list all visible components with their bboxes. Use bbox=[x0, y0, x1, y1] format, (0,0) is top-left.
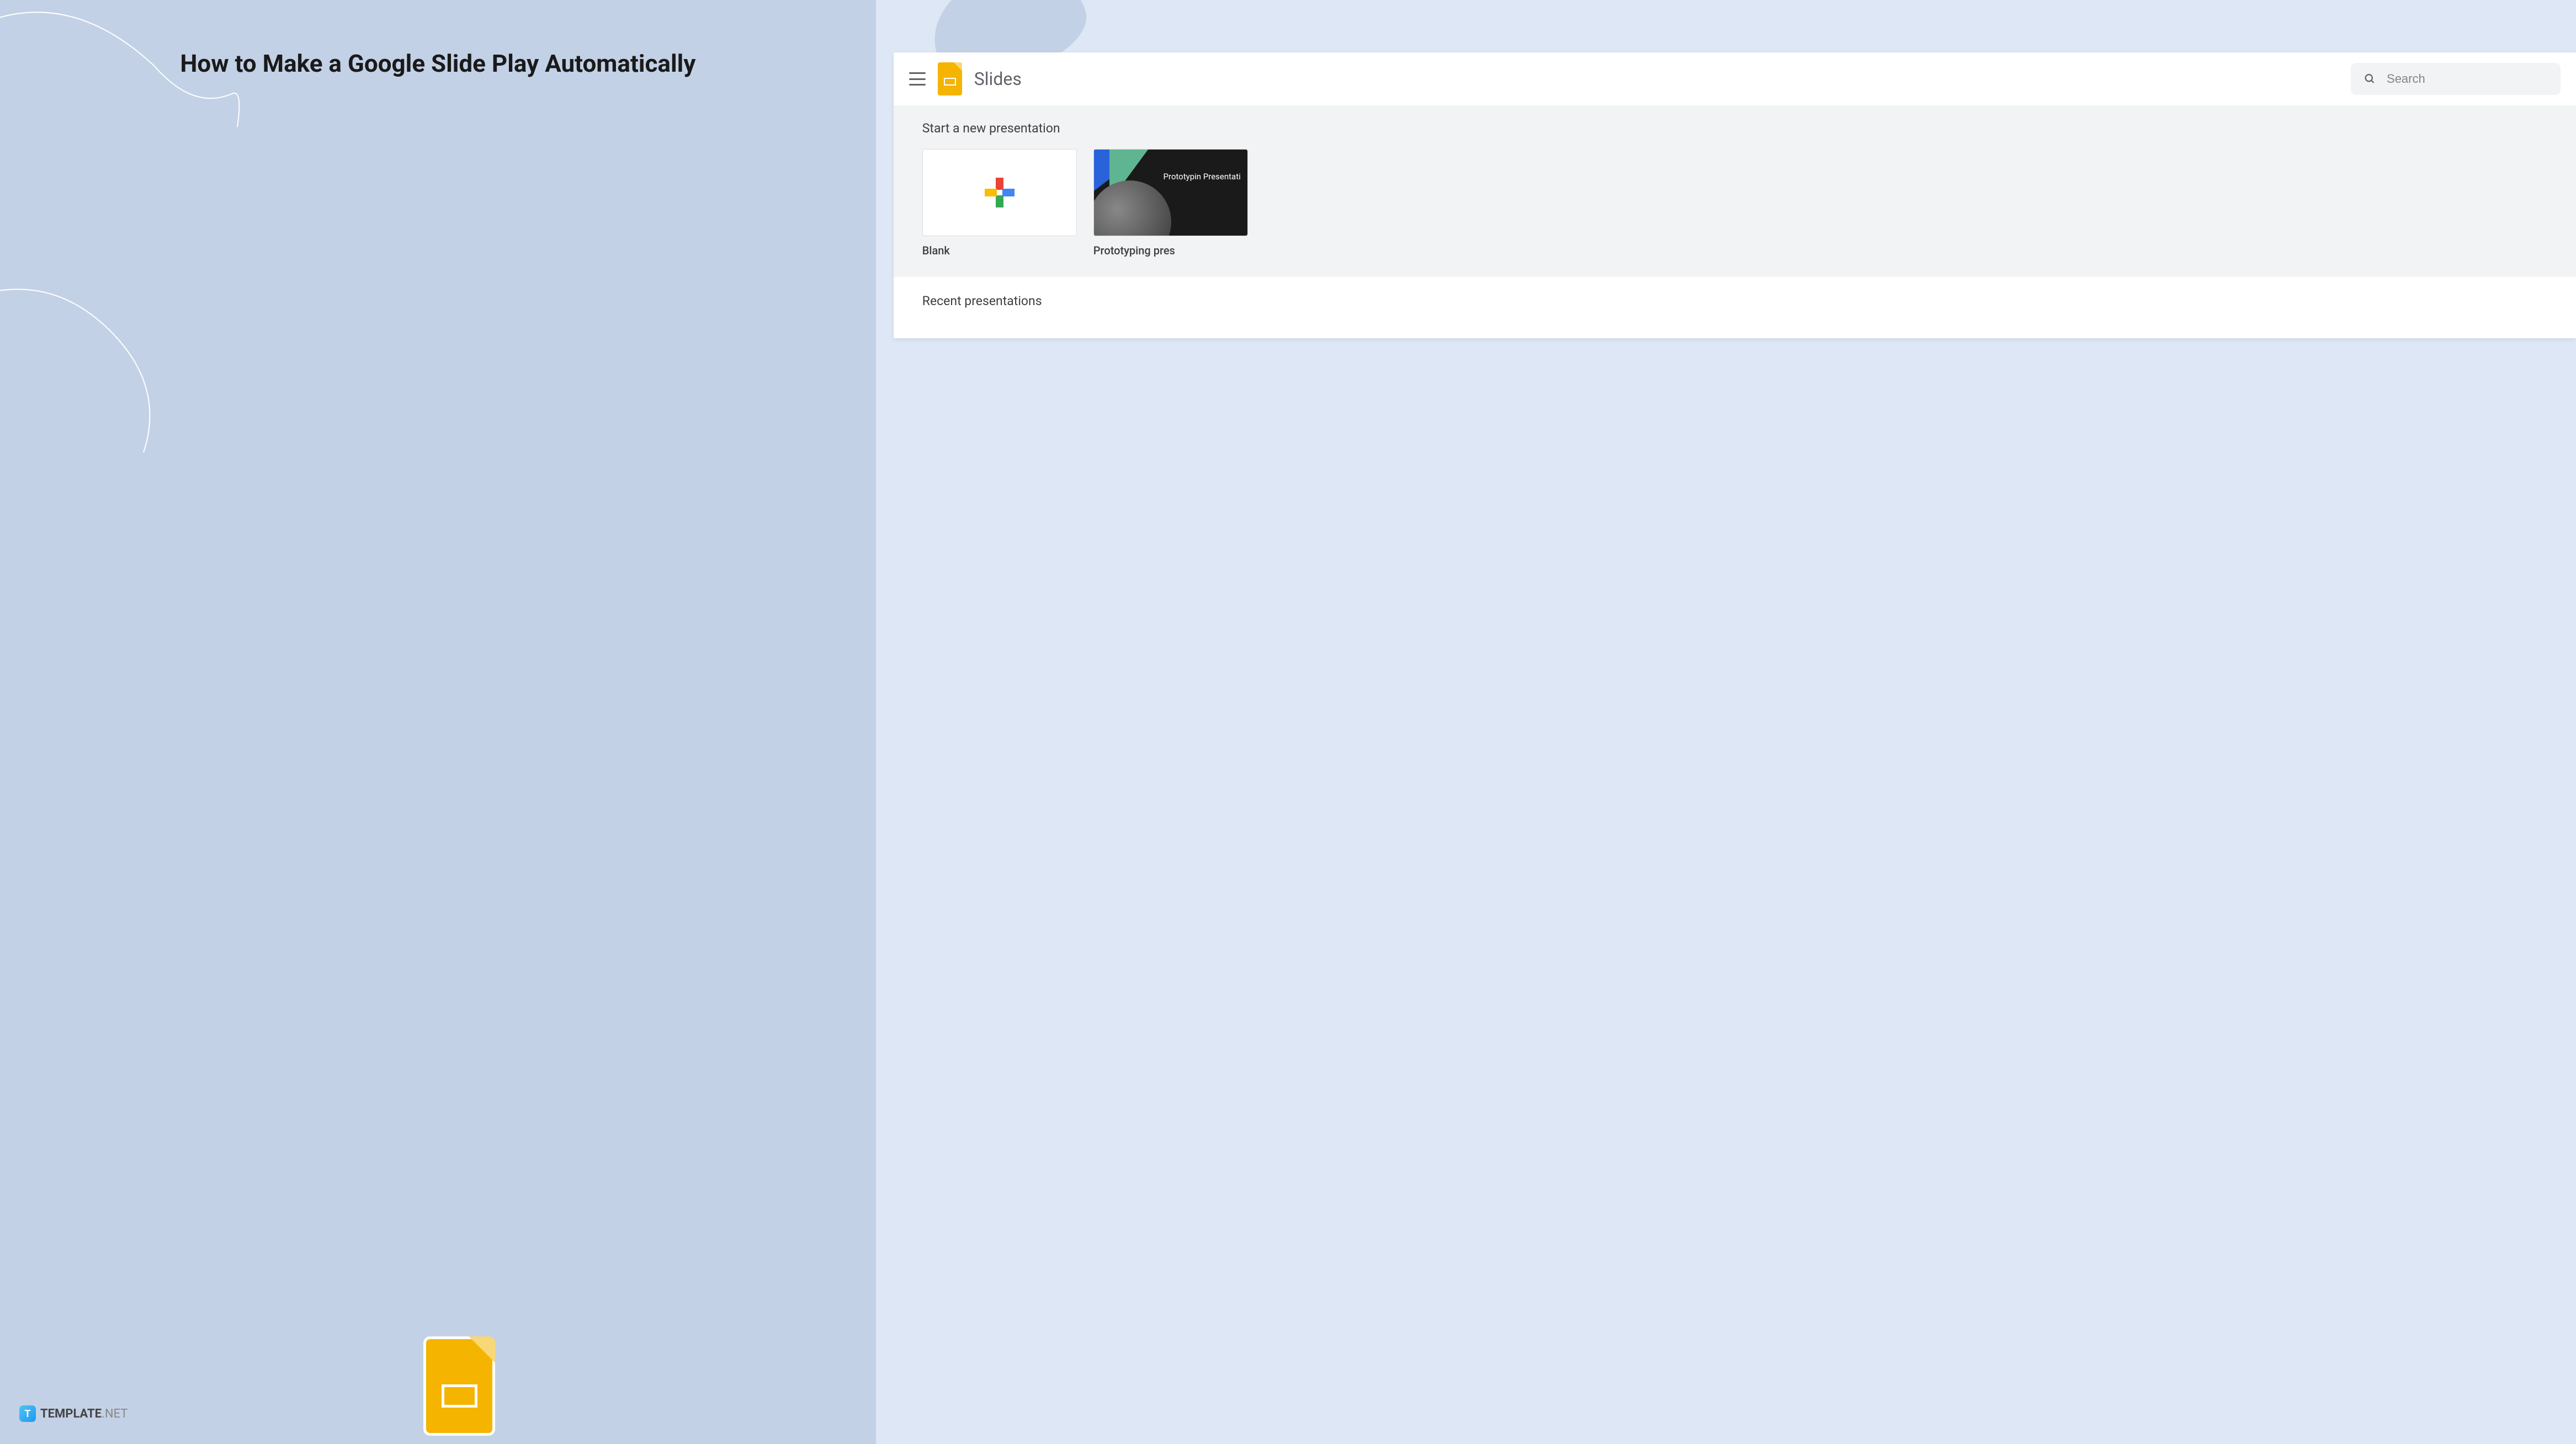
start-heading: Start a new presentation bbox=[922, 121, 2547, 136]
slides-app-icon bbox=[938, 62, 962, 95]
search-input[interactable] bbox=[2387, 72, 2547, 86]
menu-icon[interactable] bbox=[909, 72, 926, 86]
recent-presentations-section: Recent presentations bbox=[894, 277, 2576, 338]
brand-logo: T TEMPLATE.NET bbox=[19, 1405, 128, 1422]
slides-app-window: Slides Start a new presentation bbox=[894, 52, 2576, 338]
template-label: Prototyping pres bbox=[1093, 244, 1248, 257]
search-bar[interactable] bbox=[2351, 63, 2561, 95]
app-title: Slides bbox=[974, 68, 1022, 89]
screenshot-panel: Slides Start a new presentation bbox=[876, 0, 2576, 1444]
start-presentation-section: Start a new presentation Blank bbox=[894, 105, 2576, 277]
blank-thumbnail bbox=[922, 149, 1077, 236]
template-card-blank[interactable]: Blank bbox=[922, 149, 1077, 257]
app-header: Slides bbox=[894, 52, 2576, 105]
search-icon bbox=[2364, 72, 2376, 86]
prototyping-thumbnail: Prototypin Presentati bbox=[1093, 149, 1248, 236]
recent-heading: Recent presentations bbox=[922, 294, 2547, 308]
brand-logo-icon: T bbox=[19, 1405, 36, 1422]
template-card-prototyping[interactable]: Prototypin Presentati Prototyping pres bbox=[1093, 149, 1248, 257]
decorative-squiggle bbox=[0, 0, 876, 1444]
brand-logo-text: TEMPLATE.NET bbox=[40, 1407, 128, 1421]
tutorial-title-panel: How to Make a Google Slide Play Automati… bbox=[0, 0, 876, 1444]
plus-icon bbox=[985, 178, 1015, 207]
proto-thumb-text: Prototypin Presentati bbox=[1163, 172, 1240, 183]
slides-logo-icon bbox=[423, 1336, 495, 1436]
templates-row: Blank Prototypin Presentati Prototyping … bbox=[922, 149, 2547, 257]
tutorial-title: How to Make a Google Slide Play Automati… bbox=[180, 44, 695, 83]
template-label: Blank bbox=[922, 244, 1077, 257]
